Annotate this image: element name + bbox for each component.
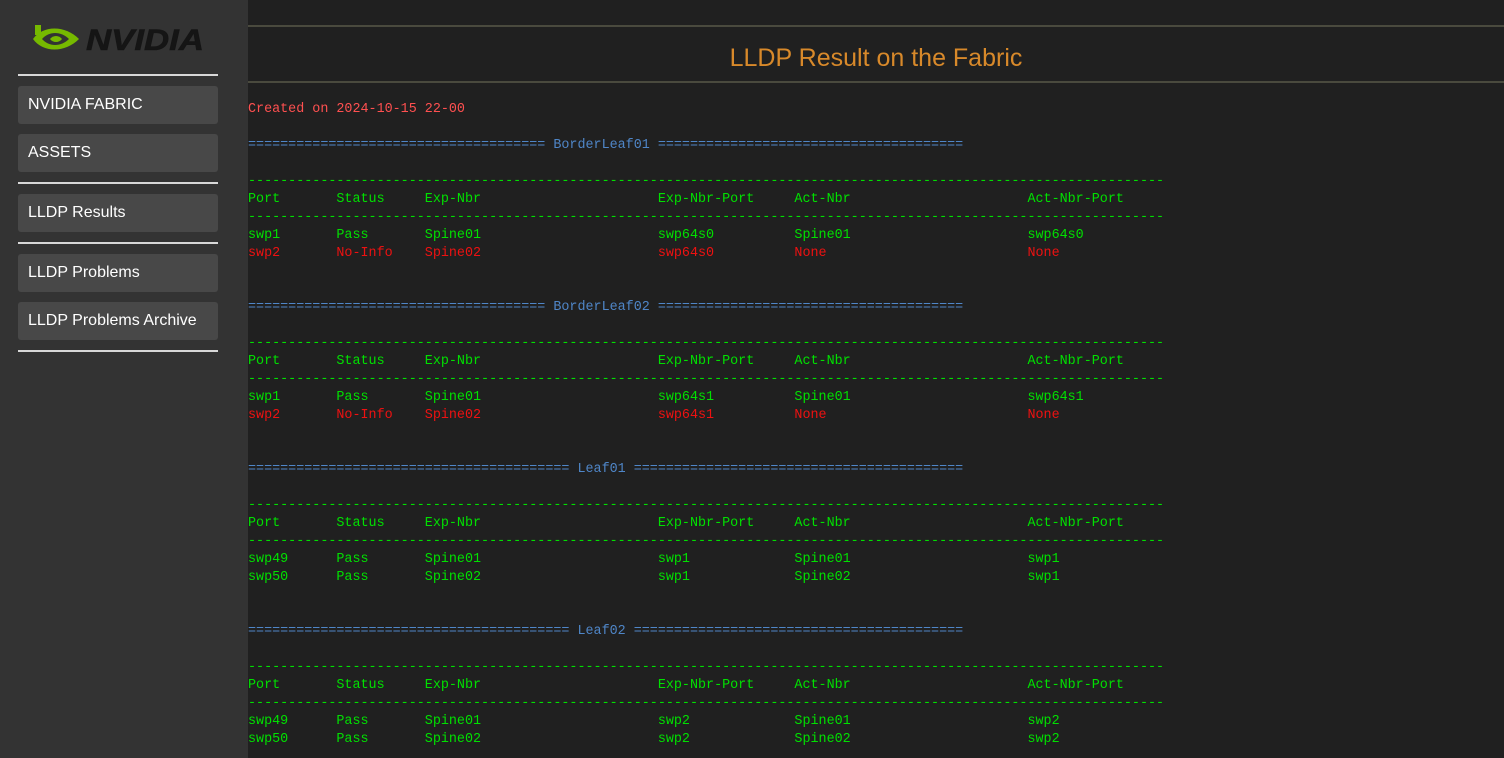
title-bottom-rule [248,81,1504,83]
main-content: LLDP Result on the Fabric Created on 202… [248,0,1504,758]
nvidia-eye-icon: NVIDIA [33,24,204,57]
separator-line: ----------------------------------------… [248,696,1165,711]
created-timestamp: Created on 2024-10-15 22-00 [248,102,465,117]
sidebar: NVIDIA NVIDIA FABRIC ASSETS LLDP Results… [0,0,248,758]
separator-line: ----------------------------------------… [248,210,1165,225]
separator-line: ----------------------------------------… [248,336,1165,351]
device-banner-borderleaf02: ===================================== Bo… [248,300,964,315]
separator-line: ----------------------------------------… [248,498,1165,513]
table-row: swp2 No-Info Spine02 swp64s1 None None [248,408,1060,423]
table-header-row: Port Status Exp-Nbr Exp-Nbr-Port Act-Nbr… [248,516,1124,531]
sidebar-item-nvidia-fabric[interactable]: NVIDIA FABRIC [18,86,218,124]
separator-line: ----------------------------------------… [248,174,1165,189]
table-header-row: Port Status Exp-Nbr Exp-Nbr-Port Act-Nbr… [248,678,1124,693]
sidebar-divider [18,182,218,184]
sidebar-divider [18,74,218,76]
sidebar-item-assets[interactable]: ASSETS [18,134,218,172]
device-banner-leaf02: ========================================… [248,624,964,639]
table-header-row: Port Status Exp-Nbr Exp-Nbr-Port Act-Nbr… [248,354,1124,369]
logo-text: NVIDIA [86,24,204,57]
table-row: swp50 Pass Spine02 swp2 Spine02 swp2 [248,732,1060,747]
device-banner-leaf01: ========================================… [248,462,964,477]
table-row: swp2 No-Info Spine02 swp64s0 None None [248,246,1060,261]
sidebar-item-lldp-results[interactable]: LLDP Results [18,194,218,232]
page-title: LLDP Result on the Fabric [729,44,1023,72]
nvidia-logo[interactable]: NVIDIA [31,21,207,57]
separator-line: ----------------------------------------… [248,660,1165,675]
lldp-report: Created on 2024-10-15 22-00 ============… [248,101,1164,749]
sidebar-item-lldp-problems-archive[interactable]: LLDP Problems Archive [18,302,218,340]
table-row: swp1 Pass Spine01 swp64s0 Spine01 swp64s… [248,228,1084,243]
table-row: swp49 Pass Spine01 swp2 Spine01 swp2 [248,714,1060,729]
separator-line: ----------------------------------------… [248,372,1165,387]
table-row: swp1 Pass Spine01 swp64s1 Spine01 swp64s… [248,390,1084,405]
sidebar-divider [18,242,218,244]
table-row: swp50 Pass Spine02 swp1 Spine02 swp1 [248,570,1060,585]
sidebar-divider [18,350,218,352]
sidebar-item-lldp-problems[interactable]: LLDP Problems [18,254,218,292]
table-header-row: Port Status Exp-Nbr Exp-Nbr-Port Act-Nbr… [248,192,1124,207]
table-row: swp49 Pass Spine01 swp1 Spine01 swp1 [248,552,1060,567]
title-top-rule [248,25,1504,27]
separator-line: ----------------------------------------… [248,534,1165,549]
device-banner-borderleaf01: ===================================== Bo… [248,138,964,153]
